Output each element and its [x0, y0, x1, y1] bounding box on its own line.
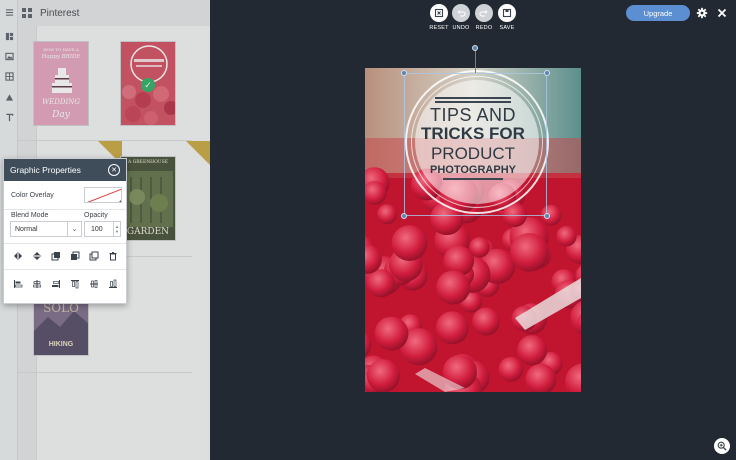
- blend-mode-value: Normal: [15, 225, 38, 233]
- cake-illustration: [52, 68, 72, 93]
- template-greenhouse[interactable]: A GREENHOUSE GARDEN: [120, 156, 176, 241]
- duplicate-icon[interactable]: [86, 249, 102, 263]
- zoom-button[interactable]: [714, 438, 730, 454]
- color-overlay-label: Color Overlay: [11, 192, 54, 199]
- bring-forward-icon[interactable]: [67, 249, 83, 263]
- divider: [4, 243, 126, 244]
- align-bottom-icon[interactable]: [105, 277, 121, 291]
- graphic-properties-dialog: Graphic Properties ✕ Color Overlay Blend…: [3, 158, 127, 304]
- opacity-value: 100: [91, 225, 103, 233]
- resize-handle-top-left[interactable]: [401, 70, 407, 76]
- rotation-stem: [475, 50, 476, 73]
- rotate-handle[interactable]: [472, 45, 478, 51]
- blend-mode-select[interactable]: Normal ⌄: [10, 221, 82, 237]
- divider: [4, 269, 126, 270]
- send-backward-icon[interactable]: [48, 249, 64, 263]
- grid-icon[interactable]: [3, 70, 15, 82]
- redo-icon: [479, 10, 488, 17]
- trash-icon[interactable]: [105, 249, 121, 263]
- row-divider: [18, 372, 192, 373]
- template-raspberry[interactable]: ✓: [120, 41, 176, 126]
- color-overlay-swatch[interactable]: [84, 187, 122, 203]
- reset-icon: [434, 8, 444, 18]
- opacity-stepper[interactable]: ▲ ▼: [113, 222, 120, 236]
- shapes-icon[interactable]: [3, 91, 15, 103]
- undo-label: UNDO: [452, 25, 470, 31]
- align-right-icon[interactable]: [48, 277, 64, 291]
- dialog-title: Graphic Properties: [10, 165, 81, 175]
- layout-icon[interactable]: [3, 30, 15, 42]
- panel-header: Pinterest: [18, 0, 210, 26]
- close-editor-icon[interactable]: [714, 5, 730, 21]
- reset-label: RESET: [429, 25, 449, 31]
- dialog-header: Graphic Properties ✕: [4, 159, 126, 181]
- apps-grid-icon[interactable]: [22, 8, 32, 18]
- gear-icon[interactable]: [694, 5, 710, 21]
- save-label: SAVE: [499, 25, 515, 31]
- image-icon[interactable]: [3, 50, 15, 62]
- align-left-icon[interactable]: [10, 277, 26, 291]
- blend-mode-label: Blend Mode: [11, 212, 49, 219]
- align-middle-icon[interactable]: [86, 277, 102, 291]
- menu-icon[interactable]: [3, 6, 15, 18]
- chevron-down-icon: ⌄: [67, 222, 81, 236]
- align-center-icon[interactable]: [29, 277, 45, 291]
- panel-title: Pinterest: [40, 7, 80, 19]
- opacity-input[interactable]: 100 ▲ ▼: [84, 221, 121, 237]
- premium-corner-badge: [186, 141, 210, 165]
- undo-button[interactable]: [452, 4, 470, 22]
- redo-label: REDO: [475, 25, 493, 31]
- template-wedding[interactable]: HOW TO HAVE A Happy BRIDE WEDDING Day: [33, 41, 89, 126]
- divider: [4, 209, 126, 210]
- text-icon[interactable]: [3, 111, 15, 123]
- resize-handle-bottom-left[interactable]: [401, 213, 407, 219]
- reset-button[interactable]: [430, 4, 448, 22]
- undo-icon: [457, 10, 466, 17]
- zoom-in-icon: [717, 441, 727, 451]
- save-button[interactable]: [498, 4, 516, 22]
- resize-handle-bottom-right[interactable]: [544, 213, 550, 219]
- save-icon: [502, 8, 512, 18]
- selected-check-icon: ✓: [141, 78, 155, 92]
- align-top-icon[interactable]: [67, 277, 83, 291]
- selection-frame: [404, 73, 547, 216]
- opacity-label: Opacity: [84, 212, 108, 219]
- upgrade-button[interactable]: Upgrade: [626, 5, 690, 21]
- flip-horizontal-icon[interactable]: [10, 249, 26, 263]
- close-icon[interactable]: ✕: [108, 164, 120, 176]
- flip-vertical-icon[interactable]: [29, 249, 45, 263]
- resize-handle-top-right[interactable]: [544, 70, 550, 76]
- redo-button[interactable]: [475, 4, 493, 22]
